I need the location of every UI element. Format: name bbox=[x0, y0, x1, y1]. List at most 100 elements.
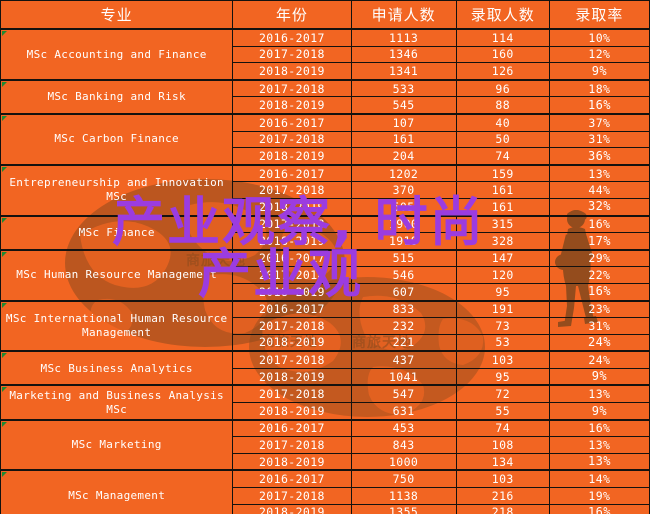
table-row: MSc Carbon Finance 2016-2017 107 40 37% bbox=[0, 112, 650, 166]
cell-applicants: 843 bbox=[350, 436, 457, 454]
cell-applicants: 370 bbox=[350, 181, 457, 199]
table-row: MSc Finance 2017-2018 1900 315 16% bbox=[0, 214, 650, 251]
cell-rate: 16% bbox=[548, 503, 650, 514]
table-row: MSc Management 2016-2017 750 103 14% bbox=[0, 469, 650, 514]
cell-year: 2018-2019 bbox=[232, 96, 352, 115]
table-row: Marketing and Business Analysis MSc 2017-… bbox=[0, 384, 650, 421]
cell-applicants: 1346 bbox=[350, 45, 457, 64]
cell-year: 2018-2019 bbox=[232, 282, 352, 302]
cell-admitted: 72 bbox=[455, 384, 550, 404]
cell-rate: 23% bbox=[548, 299, 650, 319]
cell-rate: 16% bbox=[548, 418, 650, 438]
cell-year: 2016-2017 bbox=[232, 299, 352, 319]
cell-applicants: 607 bbox=[350, 282, 457, 302]
cell-admitted: 134 bbox=[455, 452, 550, 471]
cell-applicants: 545 bbox=[350, 96, 457, 115]
cell-rate: 16% bbox=[548, 96, 650, 115]
cell-year: 2018-2019 bbox=[232, 402, 352, 421]
header-applicants: 申请人数 bbox=[350, 0, 457, 30]
cell-applicants: 107 bbox=[350, 112, 457, 132]
header-row: 专业 年份 申请人数 录取人数 录取率 bbox=[0, 0, 650, 30]
cell-rate: 31% bbox=[548, 317, 650, 335]
cell-year: 2017-2018 bbox=[232, 130, 352, 149]
cell-admitted: 191 bbox=[455, 299, 550, 319]
cell-major: Entrepreneurship and Innovation MSc bbox=[0, 163, 234, 217]
cell-applicants: 1138 bbox=[350, 487, 457, 505]
cell-applicants: 533 bbox=[350, 78, 457, 98]
table-body: MSc Accounting and Finance 2016-2017 1113 1… bbox=[0, 27, 650, 514]
cell-applicants: 1919 bbox=[350, 232, 457, 251]
cell-rate: 44% bbox=[548, 181, 650, 199]
cell-admitted: 50 bbox=[455, 130, 550, 149]
cell-year: 2017-2018 bbox=[232, 384, 352, 404]
cell-rate: 37% bbox=[548, 112, 650, 132]
cell-admitted: 88 bbox=[455, 96, 550, 115]
cell-applicants: 546 bbox=[350, 266, 457, 284]
cell-admitted: 159 bbox=[455, 163, 550, 183]
cell-applicants: 631 bbox=[350, 402, 457, 421]
table-row: MSc Business Analytics 2017-2018 437 103 24% bbox=[0, 350, 650, 386]
table-header: 专业 年份 申请人数 录取人数 录取率 bbox=[0, 0, 650, 30]
cell-admitted: 161 bbox=[455, 181, 550, 199]
cell-admitted: 53 bbox=[455, 333, 550, 352]
cell-year: 2016-2017 bbox=[232, 27, 352, 47]
cell-rate: 24% bbox=[548, 333, 650, 352]
cell-year: 2018-2019 bbox=[232, 232, 352, 251]
cell-admitted: 120 bbox=[455, 266, 550, 284]
cell-admitted: 74 bbox=[455, 418, 550, 438]
cell-admitted: 328 bbox=[455, 232, 550, 251]
cell-admitted: 108 bbox=[455, 436, 550, 454]
cell-year: 2017-2018 bbox=[232, 487, 352, 505]
cell-applicants: 515 bbox=[350, 248, 457, 268]
cell-year: 2017-2018 bbox=[232, 181, 352, 199]
cell-year: 2017-2018 bbox=[232, 45, 352, 64]
cell-year: 2017-2018 bbox=[232, 266, 352, 284]
cell-year: 2018-2019 bbox=[232, 367, 352, 386]
cell-applicants: 1113 bbox=[350, 27, 457, 47]
cell-rate: 31% bbox=[548, 130, 650, 149]
cell-major: MSc Marketing bbox=[0, 418, 234, 471]
cell-admitted: 103 bbox=[455, 350, 550, 369]
cell-year: 2018-2019 bbox=[232, 147, 352, 166]
cell-year: 2018-2019 bbox=[232, 333, 352, 352]
cell-applicants: 204 bbox=[350, 147, 457, 166]
cell-admitted: 40 bbox=[455, 112, 550, 132]
cell-rate: 16% bbox=[548, 214, 650, 234]
cell-year: 2018-2019 bbox=[232, 197, 352, 217]
cell-major: MSc Accounting and Finance bbox=[0, 28, 234, 81]
cell-major: MSc Finance bbox=[0, 214, 234, 251]
cell-year: 2017-2018 bbox=[232, 78, 352, 98]
table-row: Entrepreneurship and Innovation MSc 2016-… bbox=[0, 163, 650, 217]
cell-major: MSc Human Resource Management bbox=[0, 248, 234, 301]
admissions-table-container: 专业 年份 申请人数 录取人数 录取率 MSc Accounting and F… bbox=[0, 0, 650, 514]
cell-rate: 22% bbox=[548, 266, 650, 284]
cell-rate: 17% bbox=[548, 232, 650, 251]
cell-admitted: 147 bbox=[455, 248, 550, 268]
cell-applicants: 1355 bbox=[350, 503, 457, 514]
cell-year: 2016-2017 bbox=[232, 163, 352, 183]
cell-year: 2018-2019 bbox=[232, 503, 352, 514]
cell-rate: 16% bbox=[548, 282, 650, 302]
cell-applicants: 1000 bbox=[350, 452, 457, 471]
table-row: MSc Banking and Risk 2017-2018 533 96 18% bbox=[0, 78, 650, 115]
cell-rate: 9% bbox=[548, 402, 650, 421]
admissions-table: 专业 年份 申请人数 录取人数 录取率 MSc Accounting and F… bbox=[0, 0, 650, 514]
cell-major: MSc Management bbox=[0, 469, 234, 514]
cell-admitted: 95 bbox=[455, 282, 550, 302]
cell-rate: 29% bbox=[548, 248, 650, 268]
table-row: MSc Human Resource Management 2016-2017 51… bbox=[0, 248, 650, 301]
cell-applicants: 437 bbox=[350, 350, 457, 369]
cell-rate: 18% bbox=[548, 78, 650, 98]
table-row: MSc Marketing 2016-2017 453 74 16% bbox=[0, 418, 650, 471]
cell-admitted: 95 bbox=[455, 367, 550, 386]
cell-applicants: 221 bbox=[350, 333, 457, 352]
cell-applicants: 1341 bbox=[350, 62, 457, 81]
cell-rate: 32% bbox=[548, 197, 650, 217]
cell-admitted: 218 bbox=[455, 503, 550, 514]
cell-rate: 10% bbox=[548, 27, 650, 47]
cell-applicants: 161 bbox=[350, 130, 457, 149]
cell-applicants: 505 bbox=[350, 197, 457, 217]
cell-rate: 12% bbox=[548, 45, 650, 64]
cell-admitted: 74 bbox=[455, 147, 550, 166]
cell-applicants: 232 bbox=[350, 317, 457, 335]
